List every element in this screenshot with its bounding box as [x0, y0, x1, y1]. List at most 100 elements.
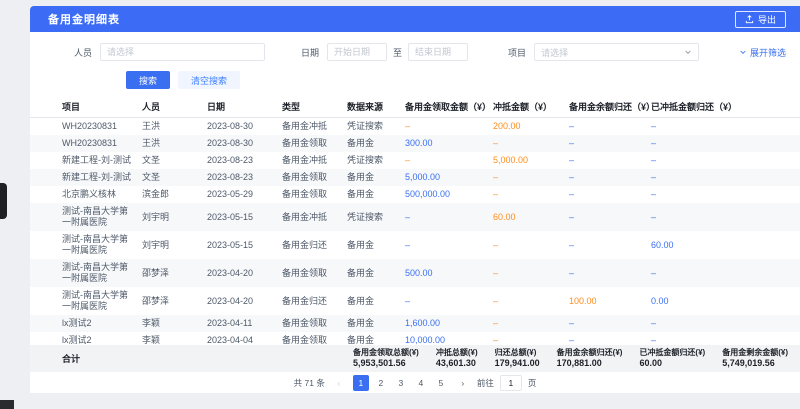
receive-amount-cell: 10,000.00 [405, 332, 493, 345]
page-button-1[interactable]: 1 [353, 375, 369, 391]
source-cell: 凭证搜索 [347, 203, 405, 231]
person-cell: 邵梦泽 [142, 287, 207, 315]
project-select[interactable]: 请选择 [534, 43, 699, 61]
receive-amount-cell: 1,600.00 [405, 315, 493, 332]
receive-amount-cell: 500,000.00 [405, 186, 493, 203]
summary-total-value: 179,941.00 [495, 358, 540, 369]
receive-amount-cell: – [405, 287, 493, 315]
type-cell: 备用金冲抵 [282, 118, 347, 136]
project-cell: lx测试2 [30, 315, 142, 332]
page-button-4[interactable]: 4 [413, 375, 429, 391]
prev-page-button[interactable]: ‹ [331, 375, 347, 391]
person-filter-input[interactable] [100, 43, 265, 61]
receive-amount-cell: – [405, 118, 493, 136]
chevron-down-icon [684, 48, 692, 56]
table-row: 新建工程-刘-测试文圣2023-08-23备用金冲抵凭证搜索–5,000.00–… [30, 152, 800, 169]
offset-amount-cell: 200.00 [493, 118, 569, 136]
page-button-3[interactable]: 3 [393, 375, 409, 391]
date-cell: 2023-05-15 [207, 203, 282, 231]
export-button[interactable]: 导出 [735, 11, 786, 28]
summary-total: 备用金剩余金额(¥)5,749,019.56 [722, 348, 788, 369]
source-cell: 备用金 [347, 135, 405, 152]
column-header: 类型 [282, 98, 347, 118]
balance-return-cell: – [569, 152, 651, 169]
balance-return-cell: – [569, 118, 651, 136]
source-cell: 备用金 [347, 231, 405, 259]
type-cell: 备用金冲抵 [282, 203, 347, 231]
petty-cash-detail-app: 备用金明细表 导出 人员 日期 至 项目 请选择 [30, 6, 800, 393]
type-cell: 备用金领取 [282, 135, 347, 152]
type-cell: 备用金领取 [282, 315, 347, 332]
page-button-5[interactable]: 5 [433, 375, 449, 391]
date-separator-label: 至 [393, 46, 402, 59]
receive-amount-cell: 500.00 [405, 259, 493, 287]
project-filter-label: 项目 [508, 46, 526, 59]
summary-row: 合计 备用金领取总额(¥)5,953,501.56冲抵总额(¥)43,601.3… [30, 345, 800, 372]
source-cell: 备用金 [347, 315, 405, 332]
offset-return-cell: 60.00 [651, 231, 800, 259]
total-count-label: 共 71 条 [294, 377, 325, 389]
goto-page-input[interactable] [500, 375, 522, 391]
date-cell: 2023-05-15 [207, 231, 282, 259]
source-cell: 凭证搜索 [347, 118, 405, 136]
page: 备用金明细表 导出 人员 日期 至 项目 请选择 [0, 0, 800, 409]
source-cell: 备用金 [347, 287, 405, 315]
page-title: 备用金明细表 [48, 11, 120, 27]
date-cell: 2023-08-23 [207, 152, 282, 169]
summary-total-label: 备用金领取总额(¥) [353, 348, 419, 358]
table-row: 测试-南昌大学第一附属医院邵梦泽2023-04-20备用金领取备用金500.00… [30, 259, 800, 287]
column-header: 日期 [207, 98, 282, 118]
balance-return-cell: – [569, 231, 651, 259]
column-header: 备用金余额归还（¥） [569, 98, 651, 118]
balance-return-cell: – [569, 186, 651, 203]
receive-amount-cell: – [405, 231, 493, 259]
date-start-input[interactable] [327, 43, 387, 61]
next-page-button[interactable]: › [455, 375, 471, 391]
table-row: 北京鹏义核林滨金郎2023-05-29备用金领取备用金500,000.00––– [30, 186, 800, 203]
type-cell: 备用金领取 [282, 332, 347, 345]
expand-filters-link[interactable]: 展开筛选 [739, 46, 786, 59]
receive-amount-cell: 5,000.00 [405, 169, 493, 186]
person-cell: 文圣 [142, 169, 207, 186]
table-row: 测试-南昌大学第一附属医院刘宇明2023-05-15备用金冲抵凭证搜索–60.0… [30, 203, 800, 231]
offset-amount-cell: 60.00 [493, 203, 569, 231]
offset-return-cell: – [651, 332, 800, 345]
summary-total-label: 备用金余额归还(¥) [557, 348, 623, 358]
expand-filters-label: 展开筛选 [750, 46, 786, 59]
person-filter-label: 人员 [74, 46, 92, 59]
table-row: 测试-南昌大学第一附属医院刘宇明2023-05-15备用金归还备用金–––60.… [30, 231, 800, 259]
person-cell: 邵梦泽 [142, 259, 207, 287]
date-cell: 2023-04-04 [207, 332, 282, 345]
person-cell: 王洪 [142, 118, 207, 136]
table-row: lx测试2李颖2023-04-11备用金领取备用金1,600.00––– [30, 315, 800, 332]
chevron-down-icon [739, 48, 747, 56]
column-header: 项目 [30, 98, 142, 118]
type-cell: 备用金归还 [282, 231, 347, 259]
table-wrap: 项目人员日期类型数据来源备用金领取金额（¥）冲抵金额（¥）备用金余额归还（¥）已… [30, 98, 800, 345]
date-end-input[interactable] [408, 43, 468, 61]
offset-return-cell: – [651, 169, 800, 186]
table-row: WH20230831王洪2023-08-30备用金冲抵凭证搜索–200.00–– [30, 118, 800, 136]
search-button[interactable]: 搜索 [126, 71, 170, 89]
project-cell: 测试-南昌大学第一附属医院 [30, 203, 142, 231]
clear-search-button[interactable]: 清空搜索 [178, 71, 240, 89]
type-cell: 备用金领取 [282, 169, 347, 186]
summary-total: 已冲抵金额归还(¥)60.00 [639, 348, 705, 369]
date-cell: 2023-08-23 [207, 169, 282, 186]
balance-return-cell: – [569, 315, 651, 332]
offset-amount-cell: – [493, 315, 569, 332]
summary-total: 备用金余额归还(¥)170,881.00 [557, 348, 623, 369]
project-cell: 新建工程-刘-测试 [30, 152, 142, 169]
offset-return-cell: – [651, 315, 800, 332]
date-cell: 2023-08-30 [207, 135, 282, 152]
column-header: 数据来源 [347, 98, 405, 118]
receive-amount-cell: – [405, 203, 493, 231]
date-cell: 2023-04-11 [207, 315, 282, 332]
source-cell: 备用金 [347, 186, 405, 203]
type-cell: 备用金领取 [282, 186, 347, 203]
person-cell: 王洪 [142, 135, 207, 152]
pagination: 共 71 条 ‹ 12345 › 前往 页 [30, 372, 800, 393]
sidebar-collapse-handle[interactable] [0, 183, 7, 219]
page-button-2[interactable]: 2 [373, 375, 389, 391]
summary-total-label: 冲抵总额(¥) [436, 348, 478, 358]
